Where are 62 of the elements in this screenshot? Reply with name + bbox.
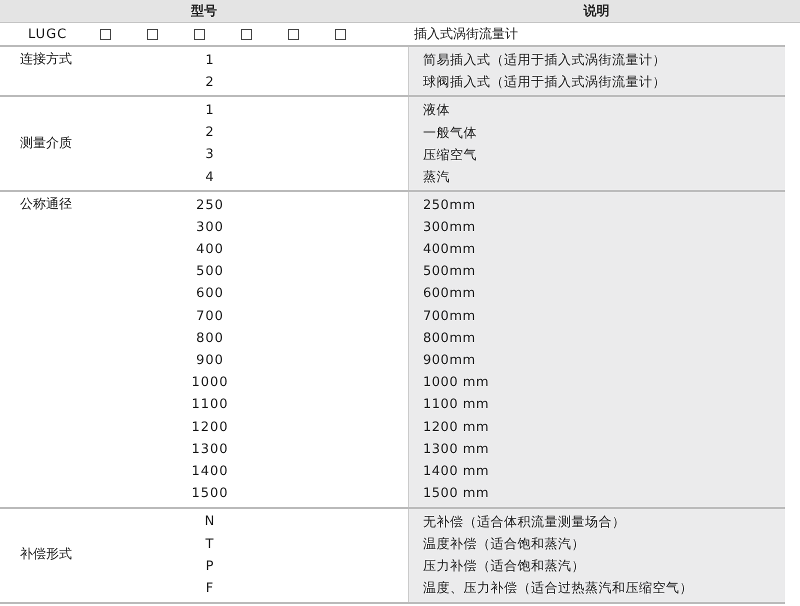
table-cell-text: 1200 mm bbox=[423, 420, 490, 435]
row-label: 公称通径 bbox=[19, 196, 73, 214]
table-cell: 700 bbox=[196, 308, 224, 324]
table-cell-text: 1400 mm bbox=[423, 464, 490, 479]
table-cell: 1200 bbox=[191, 420, 229, 435]
checkbox[interactable] bbox=[335, 28, 346, 40]
checkbox[interactable] bbox=[194, 28, 205, 40]
table-cell-text: 600mm bbox=[423, 286, 477, 302]
table-cell-text: 250mm bbox=[423, 198, 477, 213]
table-cell-text: 700mm bbox=[423, 308, 477, 324]
table-cell-text: 400mm bbox=[423, 242, 477, 258]
model-code: LUGC bbox=[27, 26, 68, 42]
table-cell: 1100 bbox=[191, 397, 229, 412]
table-cell-text: 液体 bbox=[423, 102, 451, 120]
table-cell-text: 温度补偿（适合饱和蒸汽） bbox=[423, 536, 586, 554]
table-cell-text: 无补偿（适合体积流量测量场合） bbox=[423, 514, 626, 531]
checkbox[interactable] bbox=[147, 28, 158, 40]
table-cell: T bbox=[206, 536, 214, 552]
checkbox[interactable] bbox=[288, 28, 299, 40]
table-cell: 1 bbox=[205, 102, 215, 118]
table-cell-text: 一般气体 bbox=[423, 124, 478, 142]
table-cell: F bbox=[206, 580, 214, 596]
table-cell: 1 bbox=[205, 52, 215, 68]
column-header: 说明 bbox=[584, 3, 610, 20]
table-cell-text: 压缩空气 bbox=[423, 146, 478, 164]
table-cell-text: 800mm bbox=[423, 330, 477, 346]
row-label: 补偿形式 bbox=[19, 546, 73, 564]
table-cell-text: 插入式涡街流量计 bbox=[413, 26, 519, 43]
table-cell: 3 bbox=[205, 147, 215, 162]
table-cell-text: 1300 mm bbox=[423, 442, 490, 457]
table-cell-text: 1100 mm bbox=[423, 397, 490, 412]
table-cell: 4 bbox=[205, 170, 215, 185]
table-cell: 1400 bbox=[191, 464, 229, 479]
checkbox[interactable] bbox=[241, 28, 252, 40]
table-cell-text: 蒸汽 bbox=[423, 169, 451, 186]
checkbox[interactable] bbox=[100, 28, 111, 40]
table-cell: 250 bbox=[196, 198, 224, 213]
table-cell: 400 bbox=[196, 242, 224, 258]
row-label: 连接方式 bbox=[19, 51, 73, 69]
table-cell-text: 温度、压力补偿（适合过热蒸汽和压缩空气） bbox=[423, 580, 694, 598]
table-cell: 300 bbox=[196, 220, 224, 235]
table-cell: 600 bbox=[196, 286, 224, 302]
table-cell: 1000 bbox=[191, 375, 229, 390]
table-cell: 900 bbox=[196, 353, 224, 368]
table-cell-text: 500mm bbox=[423, 264, 477, 280]
table-cell: 2 bbox=[205, 74, 215, 90]
column-header: 型号 bbox=[191, 3, 217, 20]
table-cell: 2 bbox=[205, 125, 215, 140]
table-cell-text: 300mm bbox=[423, 220, 477, 235]
table-cell-text: 1000 mm bbox=[423, 375, 490, 390]
table-cell-text: 900mm bbox=[423, 353, 477, 368]
table-cell-text: 1500 mm bbox=[423, 486, 490, 502]
table-cell-text: 球阀插入式（适用于插入式涡街流量计） bbox=[423, 74, 667, 92]
table-cell: 800 bbox=[196, 330, 224, 346]
table-cell: P bbox=[206, 558, 214, 574]
table-cell: N bbox=[204, 514, 216, 530]
table-cell-text: 简易插入式（适用于插入式涡街流量计） bbox=[423, 52, 667, 70]
row-label: 测量介质 bbox=[19, 134, 73, 153]
table-cell-text: 压力补偿（适合饱和蒸汽） bbox=[423, 558, 586, 576]
table-cell: 1500 bbox=[191, 486, 229, 502]
table-cell: 1300 bbox=[191, 442, 229, 457]
table-cell: 500 bbox=[196, 264, 224, 280]
